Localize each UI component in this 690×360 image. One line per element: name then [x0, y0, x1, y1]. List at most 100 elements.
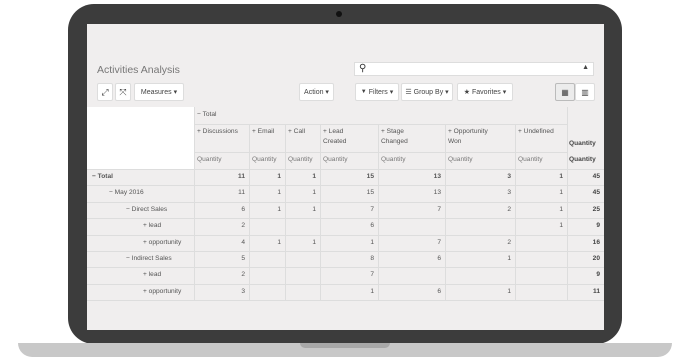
column-header-0[interactable]: + Discussions	[197, 127, 238, 137]
bar-chart-icon: ▥	[581, 87, 589, 97]
table-cell[interactable]: 3	[194, 288, 245, 295]
expand-button[interactable]: ⤢	[97, 83, 113, 101]
table-cell[interactable]: 1	[515, 222, 563, 229]
divider	[87, 201, 604, 203]
favorites-button[interactable]: ★ Favorites ▾	[457, 83, 513, 101]
divider	[87, 185, 604, 187]
row-header-5[interactable]: − Indirect Sales	[126, 255, 172, 262]
column-header-6[interactable]: + Undefined	[518, 127, 554, 137]
table-cell[interactable]: 15	[320, 173, 374, 180]
table-cell[interactable]: 1	[249, 173, 281, 180]
table-cell[interactable]: 6	[194, 206, 245, 213]
column-header-1[interactable]: + Email	[252, 127, 274, 137]
table-cell[interactable]: 7	[320, 271, 374, 278]
column-measure-2: Quantity	[288, 156, 313, 163]
column-header-2[interactable]: + Call	[288, 127, 305, 137]
row-total-cell[interactable]: 16	[567, 239, 600, 246]
table-cell[interactable]: 2	[194, 271, 245, 278]
table-cell[interactable]: 13	[378, 189, 441, 196]
groupby-button[interactable]: ☰ Group By ▾	[401, 83, 453, 101]
flip-axis-icon: ⤧	[119, 86, 127, 97]
table-cell[interactable]: 2	[445, 239, 511, 246]
table-cell[interactable]: 1	[515, 189, 563, 196]
table-cell[interactable]: 1	[285, 239, 316, 246]
table-cell[interactable]: 1	[285, 189, 316, 196]
table-cell[interactable]: 3	[445, 189, 511, 196]
table-cell[interactable]: 15	[320, 189, 374, 196]
table-cell[interactable]: 1	[249, 206, 281, 213]
column-header-4[interactable]: + Stage Changed	[381, 127, 408, 147]
table-cell[interactable]: 7	[378, 206, 441, 213]
filters-label: Filters ▾	[368, 89, 394, 96]
divider	[87, 300, 604, 302]
column-measure-1: Quantity	[252, 156, 277, 163]
groupby-icon: ☰	[405, 89, 412, 96]
table-cell[interactable]: 1	[249, 189, 281, 196]
action-button[interactable]: Action ▾	[299, 83, 334, 101]
column-measure-4: Quantity	[381, 156, 406, 163]
table-cell[interactable]: 6	[378, 288, 441, 295]
row-total-cell[interactable]: 11	[567, 288, 600, 295]
column-measure-0: Quantity	[197, 156, 222, 163]
divider	[87, 267, 604, 269]
pivot-view-button[interactable]: ▦	[555, 83, 575, 101]
divider	[87, 234, 604, 236]
row-total-cell[interactable]: 25	[567, 206, 600, 213]
divider	[87, 218, 604, 220]
table-cell[interactable]: 8	[320, 255, 374, 262]
search-input[interactable]: ⚲ ▲	[354, 62, 594, 76]
table-cell[interactable]: 2	[445, 206, 511, 213]
table-cell[interactable]: 5	[194, 255, 245, 262]
divider	[87, 251, 604, 252]
pivot-corner	[87, 107, 194, 169]
flip-axis-button[interactable]: ⤧	[115, 83, 131, 101]
table-cell[interactable]: 1	[320, 288, 374, 295]
column-header-3[interactable]: + Lead Created	[323, 127, 346, 147]
table-cell[interactable]: 1	[249, 239, 281, 246]
favorites-label: Favorites ▾	[472, 89, 507, 96]
pivot-header-total[interactable]: − Total	[197, 111, 217, 118]
chevron-up-icon[interactable]: ▲	[582, 64, 589, 71]
table-cell[interactable]: 2	[194, 222, 245, 229]
laptop-notch	[300, 343, 390, 348]
table-cell[interactable]: 11	[194, 189, 245, 196]
table-cell[interactable]: 1	[515, 173, 563, 180]
filters-button[interactable]: ▼ Filters ▾	[355, 83, 399, 101]
expand-icon: ⤢	[101, 86, 109, 97]
table-cell[interactable]: 11	[194, 173, 245, 180]
graph-view-button[interactable]: ▥	[575, 83, 595, 101]
table-cell[interactable]: 1	[285, 206, 316, 213]
row-header-0[interactable]: − Total	[92, 173, 113, 180]
row-header-3[interactable]: + lead	[143, 222, 161, 229]
table-cell[interactable]: 6	[378, 255, 441, 262]
row-header-7[interactable]: + opportunity	[143, 288, 181, 295]
row-total-cell[interactable]: 9	[567, 222, 600, 229]
row-total-cell[interactable]: 45	[567, 173, 600, 180]
divider	[87, 283, 604, 285]
row-header-2[interactable]: − Direct Sales	[126, 206, 167, 213]
row-header-6[interactable]: + lead	[143, 271, 161, 278]
table-cell[interactable]: 4	[194, 239, 245, 246]
measures-button[interactable]: Measures ▾	[134, 83, 184, 101]
row-header-4[interactable]: + opportunity	[143, 239, 181, 246]
table-cell[interactable]: 1	[445, 255, 511, 262]
row-total-cell[interactable]: 9	[567, 271, 600, 278]
search-icon: ⚲	[359, 63, 367, 74]
table-cell[interactable]: 7	[378, 239, 441, 246]
table-cell[interactable]: 1	[285, 173, 316, 180]
table-cell[interactable]: 1	[320, 239, 374, 246]
divider	[87, 169, 604, 170]
row-total-cell[interactable]: 20	[567, 255, 600, 262]
table-cell[interactable]: 3	[445, 173, 511, 180]
table-cell[interactable]: 6	[320, 222, 374, 229]
table-icon: ▦	[561, 87, 569, 97]
row-total-cell[interactable]: 45	[567, 189, 600, 196]
filter-icon: ▼	[360, 89, 367, 95]
table-cell[interactable]: 1	[515, 206, 563, 213]
table-cell[interactable]: 13	[378, 173, 441, 180]
table-cell[interactable]: 1	[445, 288, 511, 295]
page-title: Activities Analysis	[97, 64, 180, 76]
row-header-1[interactable]: − May 2016	[109, 189, 144, 196]
column-header-5[interactable]: + Opportunity Won	[448, 127, 488, 147]
table-cell[interactable]: 7	[320, 206, 374, 213]
